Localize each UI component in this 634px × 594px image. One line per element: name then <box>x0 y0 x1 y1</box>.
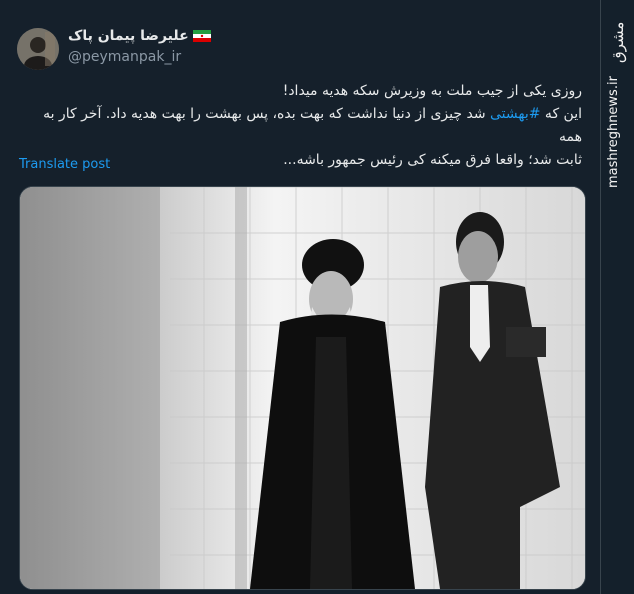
iran-flag-icon <box>192 30 211 42</box>
tweet-line-2-pre: این که <box>540 106 582 122</box>
watermark-strip: مشرق mashreghnews.ir <box>604 8 632 593</box>
tweet-card: علیرضا پیمان پاک @peymanpak_ir روزی یکی … <box>0 0 601 594</box>
tweet-line-2: این که #بهشتی شد چیزی از دنیا نداشت که ب… <box>22 103 582 149</box>
watermark-url: mashreghnews.ir <box>606 76 621 188</box>
translate-post-link[interactable]: Translate post <box>19 157 110 172</box>
author-avatar[interactable] <box>17 28 59 70</box>
photo-two-men-walking <box>20 187 585 589</box>
author-handle[interactable]: @peymanpak_ir <box>68 49 181 65</box>
author-name-text: علیرضا پیمان پاک <box>68 28 189 44</box>
author-name[interactable]: علیرضا پیمان پاک <box>68 28 211 44</box>
avatar-image <box>17 28 59 70</box>
hashtag-link[interactable]: #بهشتی <box>490 106 540 122</box>
tweet-line-1: روزی یکی از جیب ملت به وزیرش سکه هدیه می… <box>282 83 582 99</box>
watermark-logo: مشرق <box>609 21 627 63</box>
tweet-photo[interactable] <box>19 186 586 590</box>
